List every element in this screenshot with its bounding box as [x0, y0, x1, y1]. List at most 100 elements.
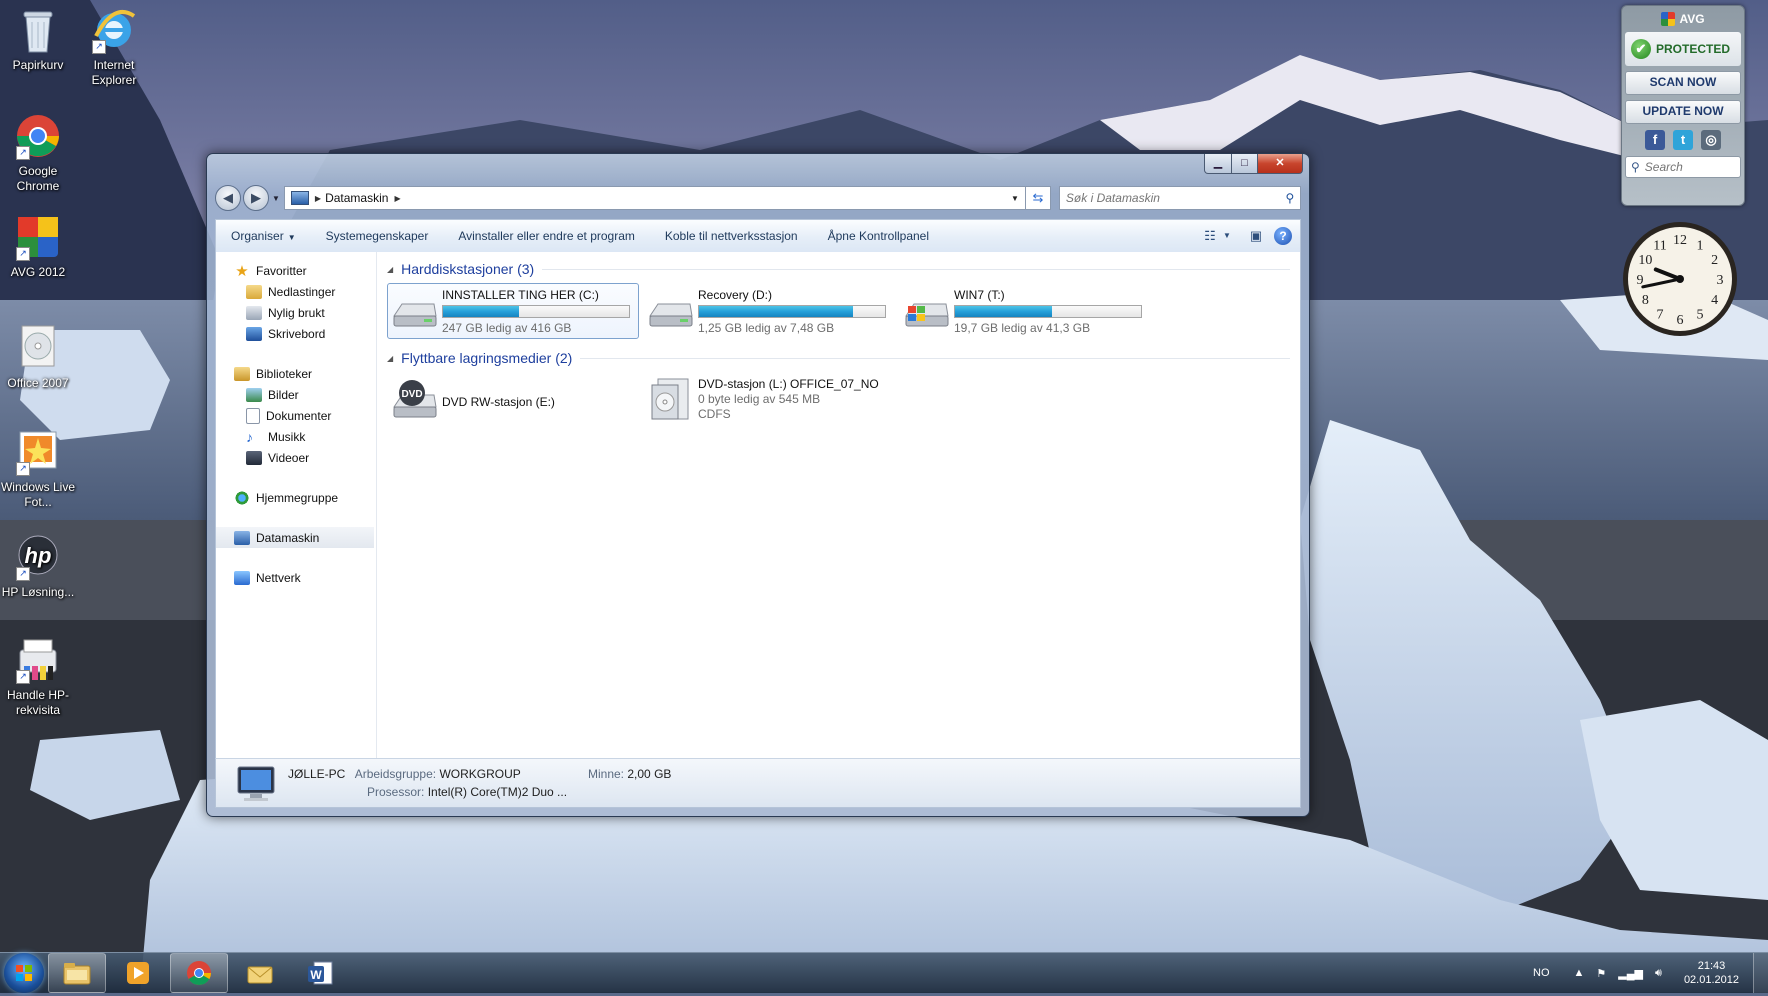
drive-tile-c[interactable]: INNSTALLER TING HER (C:) 247 GB ledig av… [387, 283, 639, 339]
desktop-icon-label: HP Løsning... [1, 585, 75, 599]
show-desktop-button[interactable] [1753, 953, 1768, 993]
desktop-icon-hp-solution[interactable]: hp ↗ HP Løsning... [0, 533, 76, 600]
search-input[interactable] [1059, 190, 1280, 206]
drive-usage-fill [443, 306, 520, 317]
desktop-icon-avg[interactable]: ↗ AVG 2012 [0, 213, 76, 280]
search-icon[interactable]: ⚲ [1280, 191, 1300, 205]
avg-search-box[interactable]: ⚲ [1625, 156, 1741, 178]
collapse-triangle-icon[interactable]: ◢ [387, 354, 393, 363]
back-button[interactable]: ◀ [215, 185, 241, 211]
close-button[interactable]: ✕ [1258, 154, 1303, 174]
show-hidden-icons-icon[interactable]: ▲ [1574, 967, 1585, 979]
nav-group-network: Nettverk [216, 567, 376, 588]
desktop-icon-label: Handle HP-rekvisita [6, 688, 70, 717]
desktop-icon-internet-explorer[interactable]: ↗ Internet Explorer [76, 6, 152, 88]
desktop-icon-office-2007[interactable]: Office 2007 [0, 324, 76, 391]
preview-pane-icon[interactable]: ▣ [1246, 227, 1266, 245]
nav-item-documents[interactable]: Dokumenter [216, 405, 376, 426]
desktop-icon-hp-supplies[interactable]: ↗ Handle HP-rekvisita [0, 636, 76, 718]
clock-numeral: 5 [1697, 308, 1704, 323]
documents-icon [246, 407, 260, 424]
uninstall-program-button[interactable]: Avinstaller eller endre et program [443, 229, 650, 243]
network-signal-icon[interactable]: ▂▄▆ [1618, 967, 1643, 980]
avg-search-input[interactable] [1642, 159, 1733, 175]
facebook-icon[interactable]: f [1645, 130, 1665, 150]
group-title: Harddiskstasjoner (3) [401, 261, 535, 277]
recent-pages-dropdown[interactable]: ▼ [272, 194, 280, 203]
address-history-dropdown[interactable]: ▼ [1005, 194, 1025, 203]
drive-tile-t[interactable]: WIN7 (T:) 19,7 GB ledig av 41,3 GB [899, 283, 1151, 339]
navigation-pane[interactable]: ★ Favoritter Nedlastinger Nylig brukt Skr… [216, 252, 377, 758]
drive-usage-bar [442, 305, 630, 318]
breadcrumb-separator-icon[interactable]: ▶ [394, 194, 400, 203]
view-options-dropdown[interactable]: ▼ [1222, 227, 1232, 245]
avg-community-icon[interactable]: ◎ [1701, 130, 1721, 150]
map-network-drive-button[interactable]: Koble til nettverksstasjon [650, 229, 813, 243]
nav-item-videos[interactable]: Videoer [216, 447, 376, 468]
clock-numeral: 11 [1653, 238, 1666, 253]
mail-icon [247, 966, 273, 984]
taskbar-clock[interactable]: 21:43 02.01.2012 [1684, 959, 1739, 987]
drive-free-space: 0 byte ledig av 545 MB [698, 392, 821, 406]
avg-icon: ↗ [14, 213, 62, 261]
drive-tile-e[interactable]: DVD DVD RW-stasjon (E:) [387, 372, 639, 428]
refresh-button[interactable]: ⇆ [1025, 186, 1051, 210]
nav-item-favorites[interactable]: ★ Favoritter [216, 260, 376, 281]
nav-item-label: Nylig brukt [268, 305, 325, 320]
nav-item-computer[interactable]: Datamaskin [216, 527, 374, 548]
taskbar-mail-button[interactable] [232, 954, 288, 992]
nav-item-pictures[interactable]: Bilder [216, 384, 376, 405]
clock-numeral: 3 [1717, 273, 1724, 288]
group-header-removable[interactable]: ◢ Flyttbare lagringsmedier (2) [387, 347, 1290, 369]
breadcrumb-datamaskin[interactable]: Datamaskin [325, 191, 388, 205]
forward-button[interactable]: ▶ [243, 185, 269, 211]
collapse-triangle-icon[interactable]: ◢ [387, 265, 393, 274]
minimize-button[interactable]: ▁ [1204, 154, 1232, 174]
nav-item-label: Videoer [268, 450, 310, 465]
nav-item-homegroup[interactable]: Hjemmegruppe [216, 487, 376, 508]
search-box[interactable]: ⚲ [1058, 186, 1301, 210]
organize-menu[interactable]: Organiser ▼ [216, 229, 311, 243]
taskbar-media-player-button[interactable] [110, 954, 166, 992]
breadcrumb-separator-icon[interactable]: ▶ [315, 194, 321, 203]
desktop-icon-recycle-bin[interactable]: Papirkurv [0, 6, 76, 73]
nav-item-recent[interactable]: Nylig brukt [216, 302, 376, 323]
taskbar-chrome-button[interactable] [170, 953, 228, 993]
content-pane[interactable]: ◢ Harddiskstasjoner (3) INNSTALLER TING … [377, 252, 1300, 758]
desktop-icon-google-chrome[interactable]: ↗ Google Chrome [0, 112, 76, 194]
avg-gadget[interactable]: AVG ✔ PROTECTED SCAN NOW UPDATE NOW f t ◎… [1621, 5, 1745, 206]
taskbar-word-button[interactable]: W [292, 954, 348, 992]
help-icon[interactable]: ? [1274, 227, 1292, 245]
nav-item-network[interactable]: Nettverk [216, 567, 376, 588]
drive-name: DVD RW-stasjon (E:) [442, 394, 555, 409]
desktop-icon-windows-live-photo[interactable]: ↗ Windows Live Fot... [0, 428, 76, 510]
explorer-window[interactable]: ▁ □ ✕ ◀ ▶ ▼ ▶ Datamaskin ▶ ▼ ⇆ ⚲ Organis… [206, 153, 1310, 817]
nav-item-downloads[interactable]: Nedlastinger [216, 281, 376, 302]
svg-text:DVD: DVD [401, 389, 422, 400]
drive-tile-l[interactable]: DVD-stasjon (L:) OFFICE_07_NO 0 byte led… [643, 372, 895, 428]
nav-item-desktop[interactable]: Skrivebord [216, 323, 376, 344]
action-center-flag-icon[interactable]: ⚑ [1596, 967, 1606, 980]
nav-item-libraries[interactable]: Biblioteker [216, 363, 376, 384]
desktop-icon-label: Internet Explorer [91, 58, 137, 87]
taskbar-explorer-button[interactable] [48, 953, 106, 993]
volume-icon[interactable]: 🔊︎ [1655, 967, 1662, 980]
shortcut-arrow-icon: ↗ [16, 146, 30, 160]
system-properties-button[interactable]: Systemegenskaper [311, 229, 444, 243]
start-button[interactable] [4, 953, 44, 993]
clock-gadget[interactable]: 12 1234567891011 [1621, 220, 1739, 338]
language-indicator[interactable]: NO [1533, 967, 1550, 979]
nav-item-music[interactable]: ♪ Musikk [216, 426, 376, 447]
drive-tile-d[interactable]: Recovery (D:) 1,25 GB ledig av 7,48 GB [643, 283, 895, 339]
star-icon: ★ [235, 262, 249, 280]
address-bar[interactable]: ▶ Datamaskin ▶ ▼ [283, 186, 1026, 210]
clock-numeral: 8 [1642, 293, 1649, 308]
avg-logo-icon [1661, 12, 1676, 26]
open-control-panel-button[interactable]: Åpne Kontrollpanel [813, 229, 944, 243]
twitter-icon[interactable]: t [1673, 130, 1693, 150]
update-now-button[interactable]: UPDATE NOW [1625, 100, 1741, 124]
scan-now-button[interactable]: SCAN NOW [1625, 71, 1741, 95]
group-header-hard-drives[interactable]: ◢ Harddiskstasjoner (3) [387, 258, 1290, 280]
change-view-icon[interactable]: ☷ [1200, 227, 1220, 245]
maximize-button[interactable]: □ [1232, 154, 1258, 174]
